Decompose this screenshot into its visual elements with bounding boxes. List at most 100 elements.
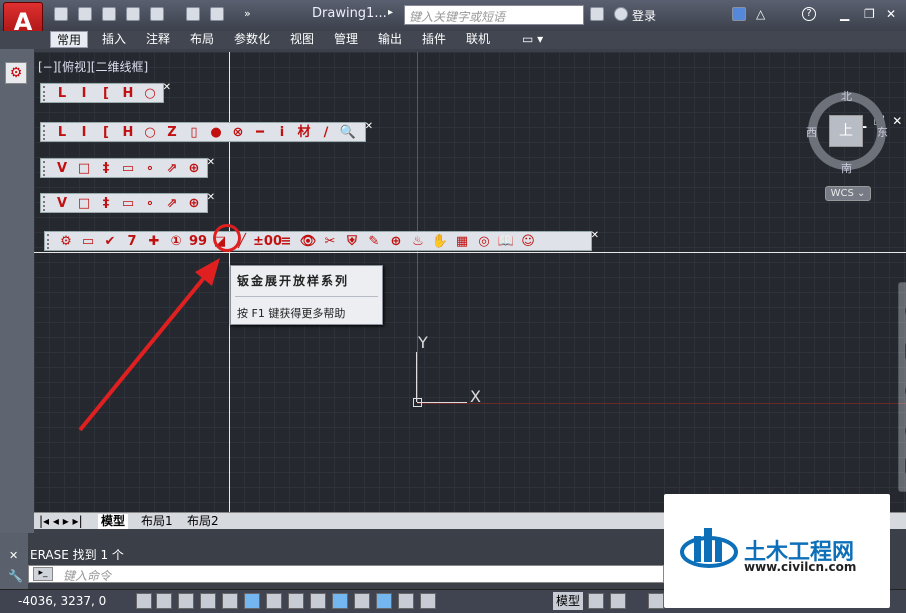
toolbar-tool-icon[interactable]: ━	[249, 124, 271, 142]
infer-constraints-icon[interactable]	[136, 593, 152, 609]
toolbar-tool-icon[interactable]: ⇗	[161, 160, 183, 178]
tab-insert[interactable]: 插入	[96, 31, 132, 48]
toolbar-tool-icon[interactable]: ▦	[451, 233, 473, 251]
toolbar-tool-icon[interactable]: Z	[161, 124, 183, 142]
grid-display-icon[interactable]	[178, 593, 194, 609]
toolbar-tool-icon[interactable]: ☺	[517, 233, 539, 251]
toolbar-tool-icon[interactable]: Ⅴ	[51, 160, 73, 178]
toolbar-tool-icon[interactable]: ▭	[117, 195, 139, 213]
viewcube-south[interactable]: 南	[841, 160, 852, 176]
viewcube-east[interactable]: 东	[877, 124, 888, 140]
toolbar-tool-icon[interactable]: 材	[293, 124, 315, 142]
binoculars-icon[interactable]	[590, 7, 604, 21]
layout-nav-icon[interactable]: |◂ ◂ ▸ ▸|	[36, 514, 86, 529]
toolbar-tool-icon[interactable]: ∘	[139, 195, 161, 213]
tab-online[interactable]: 联机	[460, 31, 496, 48]
model-space-button[interactable]: 模型	[553, 592, 584, 610]
viewcube-top-face[interactable]: 上	[829, 115, 863, 147]
toolbar-grip[interactable]	[43, 86, 47, 101]
toolbar-tool-icon[interactable]: ⊕	[385, 233, 407, 251]
toolbar-tool-icon[interactable]: ▭	[117, 160, 139, 178]
tab-model[interactable]: 模型	[98, 514, 129, 529]
toolbar-tool-icon[interactable]: ⇗	[161, 195, 183, 213]
toolbar-tool-icon[interactable]: 🔍	[337, 124, 359, 142]
tab-home[interactable]: 常用	[50, 31, 89, 48]
minimize-icon[interactable]: ▁	[840, 7, 854, 21]
toolbar-tool-icon[interactable]: ⅰ	[271, 124, 293, 142]
otrack-icon[interactable]	[288, 593, 304, 609]
toolbar-tool-icon[interactable]: Ⅴ	[51, 195, 73, 213]
object-snap-icon[interactable]	[244, 593, 260, 609]
navigation-bar[interactable]	[898, 282, 906, 492]
toolbar-tool-icon[interactable]: L	[51, 85, 73, 103]
toolbar-tool-icon[interactable]: L	[51, 124, 73, 142]
exchange-icon[interactable]	[732, 7, 746, 21]
quick-properties-icon[interactable]	[398, 593, 414, 609]
quick-view-layouts-icon[interactable]	[588, 593, 604, 609]
dynamic-input-icon[interactable]	[332, 593, 348, 609]
toolbar-tool-icon[interactable]: H	[117, 124, 139, 142]
toolbar-tool-icon[interactable]: ○	[139, 124, 161, 142]
tab-layout2[interactable]: 布局2	[184, 514, 222, 529]
transparency-icon[interactable]	[376, 593, 392, 609]
toolbar-tool-icon[interactable]: [	[95, 85, 117, 103]
toolbar-tool-icon[interactable]: ‡	[95, 195, 117, 213]
close-icon[interactable]: ✕	[886, 7, 900, 21]
wrench-icon[interactable]: 🔧	[8, 569, 23, 583]
command-input[interactable]: ▸_ 键入命令	[28, 565, 664, 583]
open-file-icon[interactable]	[78, 7, 92, 21]
toolbar-tool-icon[interactable]: ●	[205, 124, 227, 142]
toolbar-tool-icon[interactable]: [	[95, 124, 117, 142]
ribbon-options-icon[interactable]: ▭ ▾	[516, 31, 549, 48]
autodesk-icon[interactable]: △	[756, 7, 770, 21]
help-icon[interactable]: ?	[802, 7, 816, 21]
toolbar-tool-icon[interactable]: ○	[139, 85, 161, 103]
toolbar-tool-icon[interactable]: ±00	[253, 233, 282, 251]
annotation-scale-icon[interactable]	[648, 593, 664, 609]
toolbar-tool-icon[interactable]: □	[73, 195, 95, 213]
publish-icon[interactable]	[150, 7, 164, 21]
undo-icon[interactable]	[210, 7, 224, 21]
toolbar-grip[interactable]	[47, 234, 51, 249]
user-icon[interactable]	[614, 7, 628, 21]
toolbar-tool-icon[interactable]: ⊕	[183, 195, 205, 213]
tab-parametric[interactable]: 参数化	[228, 31, 276, 48]
toolbar-tool-icon[interactable]: ∕	[315, 124, 337, 142]
settings-gear-icon[interactable]: ⚙	[5, 62, 27, 84]
lineweight-icon[interactable]	[354, 593, 370, 609]
toolbar-close-icon[interactable]: ✕	[591, 230, 599, 241]
save-as-icon[interactable]	[126, 7, 140, 21]
toolbar-close-icon[interactable]: ✕	[365, 121, 373, 132]
toolbar-tool-icon[interactable]: I	[73, 85, 95, 103]
3d-osnap-icon[interactable]	[266, 593, 282, 609]
toolbar-tool-icon[interactable]: ✎	[363, 233, 385, 251]
toolbar-tool-icon[interactable]: ✂	[319, 233, 341, 251]
selection-cycling-icon[interactable]	[420, 593, 436, 609]
toolbar-tool-icon[interactable]: ⊕	[183, 160, 205, 178]
ortho-mode-icon[interactable]	[200, 593, 216, 609]
viewport-controls-label[interactable]: [−][俯视][二维线框]	[38, 58, 148, 75]
tab-manage[interactable]: 管理	[328, 31, 364, 48]
tab-annotate[interactable]: 注释	[140, 31, 176, 48]
command-prompt-icon[interactable]: ▸_	[33, 567, 53, 581]
toolbar-tool-icon[interactable]: ◎	[473, 233, 495, 251]
toolbar-tool-icon[interactable]: 👁	[297, 233, 319, 251]
snap-mode-icon[interactable]	[156, 593, 172, 609]
search-input[interactable]: 键入关键字或短语	[404, 5, 584, 25]
viewcube-west[interactable]: 西	[806, 124, 817, 140]
toolbar-tool-icon[interactable]: I	[73, 124, 95, 142]
toolbar-close-icon[interactable]: ✕	[163, 82, 171, 93]
coordinates-readout[interactable]: -4036, 3237, 0	[18, 594, 106, 608]
toolbar-tool-icon[interactable]: ⊗	[227, 124, 249, 142]
toolbar-tool-icon[interactable]: □	[73, 160, 95, 178]
tab-plugins[interactable]: 插件	[416, 31, 452, 48]
wcs-dropdown[interactable]: WCS ⌄	[825, 186, 871, 201]
toolbar-close-icon[interactable]: ✕	[207, 192, 215, 203]
toolbar-tool-icon[interactable]: H	[117, 85, 139, 103]
toolbar-tool-icon[interactable]: ♨	[407, 233, 429, 251]
toolbar-tool-icon[interactable]: ≡	[275, 233, 297, 251]
tab-layout1[interactable]: 布局1	[138, 514, 176, 529]
restore-icon[interactable]: ❐	[864, 7, 878, 21]
more-tools-icon[interactable]: »	[244, 7, 258, 21]
viewcube-north[interactable]: 北	[841, 88, 852, 104]
